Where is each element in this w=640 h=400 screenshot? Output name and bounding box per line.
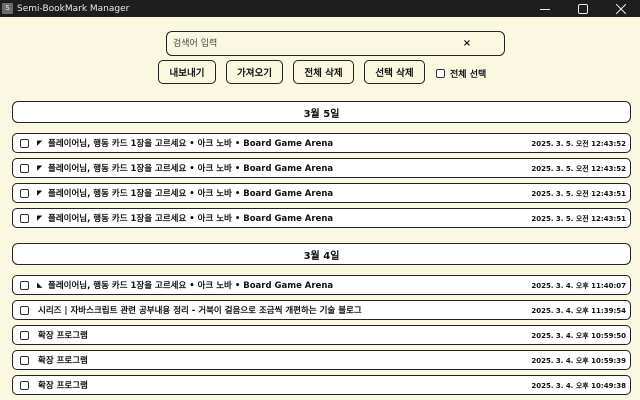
app-icon: S [2,3,13,14]
window-title: Semi-BookMark Manager [17,3,130,14]
bookmark-time: 2025. 3. 4. 오후 11:40:07 [531,282,626,290]
delete-all-button[interactable]: 전체 삭제 [293,60,354,84]
select-all[interactable]: 전체 선택 [436,67,486,80]
favicon-triangle-icon: ◣ [37,281,43,289]
bookmark-time: 2025. 3. 4. 오후 10:49:38 [531,382,626,390]
bookmark-time: 2025. 3. 4. 오후 10:59:39 [531,357,626,365]
minimize-button[interactable] [526,0,564,17]
date-group-header: 3월 5일 [12,101,631,123]
favicon-triangle-icon: ◤ [37,139,43,147]
clear-search-button[interactable]: × [459,36,475,52]
search-input[interactable] [173,36,453,52]
close-icon [616,3,626,14]
bookmark-row[interactable]: 확장 프로그램 2025. 3. 4. 오후 10:49:38 [12,375,631,395]
minimize-icon [540,8,550,10]
select-all-checkbox[interactable] [436,69,445,78]
row-checkbox[interactable] [20,380,29,390]
bookmark-title[interactable]: 플레이어님, 행동 카드 1장을 고르세요 • 아크 노바 • Board Ga… [48,212,333,224]
window-titlebar[interactable]: S Semi-BookMark Manager [0,0,640,17]
bookmark-title[interactable]: 확장 프로그램 [38,329,88,341]
bookmark-row[interactable]: 확장 프로그램 2025. 3. 4. 오후 10:59:50 [12,325,631,345]
toolbar: 내보내기 가져오기 전체 삭제 선택 삭제 전체 선택 [0,60,640,84]
favicon-triangle-icon: ◤ [37,214,43,222]
bookmark-row[interactable]: 확장 프로그램 2025. 3. 4. 오후 10:59:39 [12,350,631,370]
row-checkbox[interactable] [20,213,29,223]
maximize-button[interactable] [564,0,602,17]
bookmark-title[interactable]: 플레이어님, 행동 카드 1장을 고르세요 • 아크 노바 • Board Ga… [48,162,333,174]
select-all-label: 전체 선택 [450,70,487,80]
bookmark-title[interactable]: 확장 프로그램 [38,354,88,366]
maximize-icon [578,3,588,14]
import-button[interactable]: 가져오기 [226,60,283,84]
window-controls [526,0,640,17]
bookmark-title[interactable]: 확장 프로그램 [38,379,88,391]
bookmark-time: 2025. 3. 5. 오전 12:43:52 [531,140,626,148]
bookmark-row[interactable]: 시리즈 | 자바스크립트 관련 공부내용 정리 - 거북이 걸음으로 조금씩 개… [12,300,631,320]
favicon-triangle-icon: ◤ [37,189,43,197]
bookmark-time: 2025. 3. 5. 오전 12:43:51 [531,190,626,198]
export-button[interactable]: 내보내기 [158,60,216,84]
close-button[interactable] [602,0,640,17]
search-box: × [166,31,505,56]
bookmark-time: 2025. 3. 4. 오후 10:59:50 [531,332,626,340]
bookmark-title[interactable]: 플레이어님, 행동 카드 1장을 고르세요 • 아크 노바 • Board Ga… [48,187,333,199]
date-group-header: 3월 4일 [12,243,631,265]
bookmark-title[interactable]: 플레이어님, 행동 카드 1장을 고르세요 • 아크 노바 • Board Ga… [48,137,333,149]
bookmark-time: 2025. 3. 4. 오후 11:39:54 [531,307,626,315]
bookmark-row[interactable]: ◤ 플레이어님, 행동 카드 1장을 고르세요 • 아크 노바 • Board … [12,158,631,178]
row-checkbox[interactable] [20,188,29,198]
row-checkbox[interactable] [20,355,29,365]
bookmark-row[interactable]: ◤ 플레이어님, 행동 카드 1장을 고르세요 • 아크 노바 • Board … [12,183,631,203]
bookmark-title[interactable]: 플레이어님, 행동 카드 1장을 고르세요 • 아크 노바 • Board Ga… [48,279,333,291]
bookmark-row[interactable]: ◤ 플레이어님, 행동 카드 1장을 고르세요 • 아크 노바 • Board … [12,133,631,153]
row-checkbox[interactable] [20,305,29,315]
row-checkbox[interactable] [20,163,29,173]
bookmark-row[interactable]: ◣ 플레이어님, 행동 카드 1장을 고르세요 • 아크 노바 • Board … [12,275,631,295]
row-checkbox[interactable] [20,138,29,148]
bookmark-time: 2025. 3. 5. 오전 12:43:51 [531,215,626,223]
bookmark-time: 2025. 3. 5. 오전 12:43:52 [531,165,626,173]
bookmark-row[interactable]: ◤ 플레이어님, 행동 카드 1장을 고르세요 • 아크 노바 • Board … [12,208,631,228]
row-checkbox[interactable] [20,330,29,340]
row-checkbox[interactable] [20,280,29,290]
bookmark-title[interactable]: 시리즈 | 자바스크립트 관련 공부내용 정리 - 거북이 걸음으로 조금씩 개… [38,304,362,316]
favicon-triangle-icon: ◤ [37,164,43,172]
delete-selected-button[interactable]: 선택 삭제 [364,60,425,84]
